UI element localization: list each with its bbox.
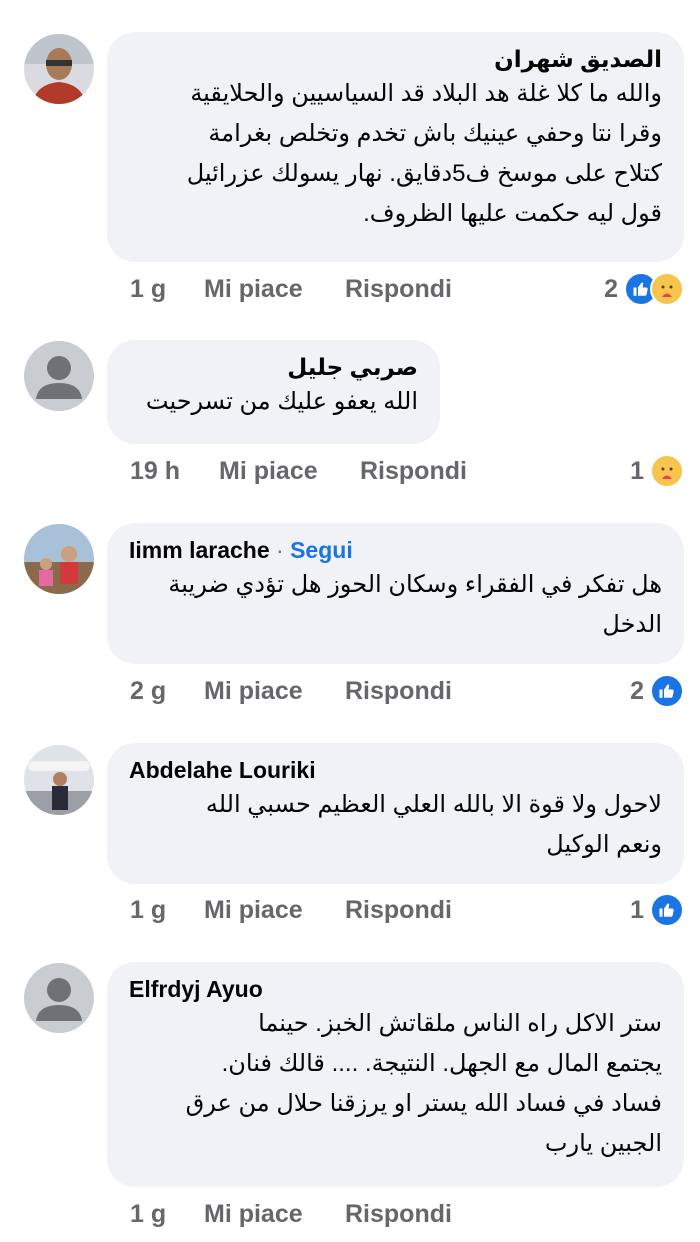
comment-bubble: Elfrdyj Ayuo ستر الاكل راه الناس ملقاتش … [107, 962, 684, 1187]
comment-text: الله يعفو عليك من تسرحيت [129, 382, 418, 422]
care-icon [650, 454, 684, 488]
comment-bubble: الصديق شهران والله ما كلا غلة هد البلاد … [107, 32, 684, 262]
reply-button[interactable]: Rispondi [345, 673, 452, 709]
like-button[interactable]: Mi piace [204, 892, 303, 928]
comment-line: هل تفكر في الفقراء وسكان الحوز هل تؤدي ض… [168, 571, 662, 598]
comment-author[interactable]: Abdelahe Louriki [129, 755, 662, 785]
like-button[interactable]: Mi piace [219, 453, 318, 489]
reaction-summary[interactable]: 1 [630, 892, 684, 928]
like-icon [650, 674, 684, 708]
comment-line: لاحول ولا قوة الا بالله العلي العظيم حسب… [205, 791, 662, 818]
avatar[interactable] [24, 524, 94, 594]
like-icon [650, 893, 684, 927]
comment-line: كتلاح على موسخ ف5دقايق. نهار يسولك عزرائ… [186, 160, 662, 187]
comment-line: ونعم الوكيل [546, 831, 662, 858]
comment-text: لاحول ولا قوة الا بالله العلي العظيم حسب… [129, 785, 662, 865]
comment-text: والله ما كلا غلة هد البلاد قد السياسيين … [129, 74, 662, 234]
comment-author[interactable]: Elfrdyj Ayuo [129, 974, 662, 1004]
comment-bubble: Iimm larache · Segui هل تفكر في الفقراء … [107, 523, 684, 664]
comment-bubble: Abdelahe Louriki لاحول ولا قوة الا بالله… [107, 743, 684, 884]
comment-line: ستر الاكل راه الناس ملقاتش الخبز. حينما [258, 1010, 662, 1037]
comment-line: يجتمع المال مع الجهل. النتيجة. .... قالك… [221, 1050, 662, 1077]
comment-line: الدخل [602, 611, 662, 638]
like-button[interactable]: Mi piace [204, 673, 303, 709]
avatar[interactable] [24, 963, 94, 1033]
reaction-count: 2 [604, 274, 618, 303]
reply-button[interactable]: Rispondi [345, 892, 452, 928]
reaction-count: 1 [630, 895, 644, 924]
follow-button[interactable]: Segui [290, 537, 353, 563]
comment-line: الله يعفو عليك من تسرحيت [145, 388, 418, 415]
comment-author[interactable]: الصديق شهران [129, 44, 662, 74]
comment-author-line: Iimm larache · Segui [129, 535, 662, 565]
comment-time[interactable]: 19 h [130, 453, 180, 489]
reaction-count: 2 [630, 676, 644, 705]
like-button[interactable]: Mi piace [204, 1196, 303, 1232]
care-icon [650, 272, 684, 306]
reply-button[interactable]: Rispondi [360, 453, 467, 489]
comment-line: قول ليه حكمت عليها الظروف. [363, 200, 662, 227]
comment-time[interactable]: 2 g [130, 673, 166, 709]
comment-line: وقرا نتا وحفي عينيك باش تخدم وتخلص بغرام… [208, 120, 662, 147]
comment-time[interactable]: 1 g [130, 1196, 166, 1232]
reaction-summary[interactable]: 2 [630, 673, 684, 709]
comment-author[interactable]: صربي جليل [129, 352, 418, 382]
reaction-summary[interactable]: 2 [604, 271, 684, 307]
comment-bubble: صربي جليل الله يعفو عليك من تسرحيت [107, 340, 440, 444]
comment-time[interactable]: 1 g [130, 271, 166, 307]
avatar[interactable] [24, 745, 94, 815]
comment-text: هل تفكر في الفقراء وسكان الحوز هل تؤدي ض… [129, 565, 662, 645]
reaction-count: 1 [630, 456, 644, 485]
reaction-summary[interactable]: 1 [630, 453, 684, 489]
avatar[interactable] [24, 341, 94, 411]
like-button[interactable]: Mi piace [204, 271, 303, 307]
avatar[interactable] [24, 34, 94, 104]
comment-text: ستر الاكل راه الناس ملقاتش الخبز. حينما … [129, 1004, 662, 1164]
comment-line: والله ما كلا غلة هد البلاد قد السياسيين … [190, 80, 662, 107]
separator-dot: · [276, 537, 284, 563]
comment-author[interactable]: Iimm larache [129, 537, 270, 563]
reply-button[interactable]: Rispondi [345, 271, 452, 307]
comment-line: فساد في فساد الله يستر او يرزقنا حلال من… [185, 1090, 662, 1117]
reply-button[interactable]: Rispondi [345, 1196, 452, 1232]
comment-line: الجبين يارب [544, 1130, 662, 1157]
comment-time[interactable]: 1 g [130, 892, 166, 928]
